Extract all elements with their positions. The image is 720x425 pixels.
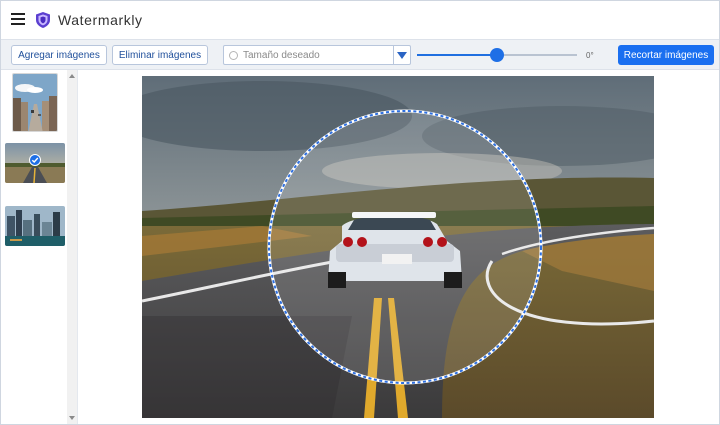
size-placeholder: Tamaño deseado bbox=[243, 50, 320, 61]
thumbnail-city-street[interactable] bbox=[12, 73, 58, 132]
slider-fill bbox=[417, 54, 497, 56]
scroll-up-icon[interactable] bbox=[69, 74, 75, 78]
desired-size-dropdown[interactable]: Tamaño deseado bbox=[223, 45, 411, 65]
rotation-value-label: 0° bbox=[586, 51, 594, 60]
size-radio-icon[interactable] bbox=[229, 51, 238, 60]
thumbnail-city-waterfront[interactable] bbox=[5, 206, 65, 246]
app-title: Watermarkly bbox=[58, 12, 143, 28]
dropdown-arrow-icon[interactable] bbox=[393, 46, 410, 64]
watermarkly-logo-icon bbox=[36, 12, 50, 28]
app-header: Watermarkly bbox=[1, 1, 719, 39]
toolbar: Agregar imágenes Eliminar imágenes Tamañ… bbox=[1, 39, 719, 70]
thumbnail-sidebar bbox=[1, 70, 78, 424]
city-waterfront-image bbox=[5, 206, 65, 246]
rotation-slider[interactable] bbox=[417, 48, 577, 62]
add-images-button[interactable]: Agregar imágenes bbox=[11, 45, 107, 65]
city-street-image bbox=[13, 74, 57, 131]
sidebar-scrollbar[interactable] bbox=[67, 70, 77, 424]
selected-check-icon bbox=[29, 154, 41, 166]
crop-images-button[interactable]: Recortar imágenes bbox=[618, 45, 714, 65]
thumbnail-road-car[interactable] bbox=[5, 143, 65, 183]
slider-thumb[interactable] bbox=[490, 48, 504, 62]
remove-images-button[interactable]: Eliminar imágenes bbox=[112, 45, 208, 65]
app-window: Watermarkly Agregar imágenes Eliminar im… bbox=[0, 0, 720, 425]
image-editor-canvas bbox=[78, 70, 719, 424]
road-car-photo[interactable] bbox=[142, 76, 654, 418]
hamburger-menu-icon[interactable] bbox=[11, 13, 25, 25]
scroll-down-icon[interactable] bbox=[69, 416, 75, 420]
